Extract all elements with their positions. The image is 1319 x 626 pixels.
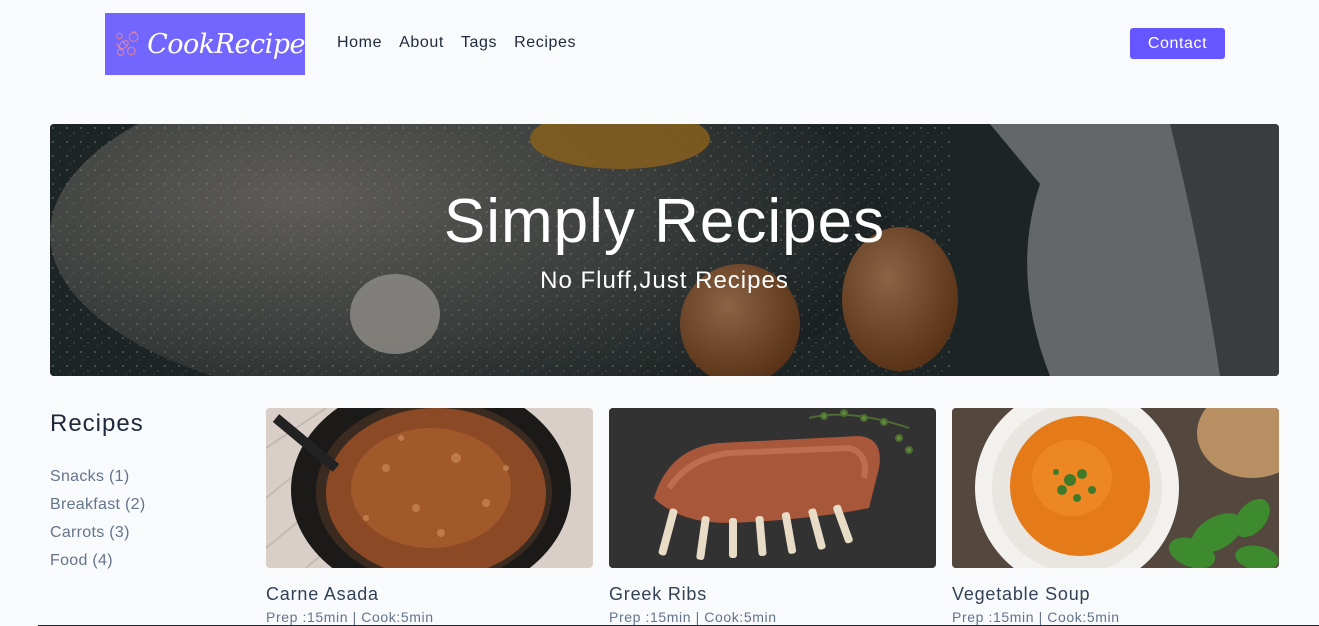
recipe-title[interactable]: Vegetable Soup — [952, 583, 1279, 605]
tag-link-carrots[interactable]: Carrots (3) — [50, 519, 240, 547]
recipe-title[interactable]: Greek Ribs — [609, 583, 936, 605]
navbar: CookRecipe Home About Tags Recipes Conta… — [0, 0, 1319, 88]
recipe-card[interactable]: Greek Ribs Prep :15min | Cook:5min — [609, 408, 936, 625]
logo-text: CookRecipe — [147, 28, 305, 60]
nav-link-about[interactable]: About — [399, 33, 444, 53]
hero-title: Simply Recipes — [443, 187, 886, 256]
recipe-title[interactable]: Carne Asada — [266, 583, 593, 605]
recipes-sidebar: Recipes Snacks (1) Breakfast (2) Carrots… — [50, 408, 240, 575]
tag-link-snacks[interactable]: Snacks (1) — [50, 463, 240, 491]
hero-banner: Simply Recipes No Fluff,Just Recipes — [50, 124, 1279, 376]
site-logo[interactable]: CookRecipe — [105, 13, 305, 75]
recipe-meta: Prep :15min | Cook:5min — [266, 609, 434, 625]
nav-link-recipes[interactable]: Recipes — [514, 33, 576, 53]
recipe-meta: Prep :15min | Cook:5min — [952, 609, 1120, 625]
main-nav: Home About Tags Recipes — [337, 33, 593, 53]
recipe-meta: Prep :15min | Cook:5min — [609, 609, 777, 625]
sidebar-title: Recipes — [50, 410, 144, 437]
recipe-card[interactable]: Vegetable Soup Prep :15min | Cook:5min — [952, 408, 1279, 625]
recipe-image-vegetable-soup[interactable] — [952, 408, 1279, 568]
hero-subtitle: No Fluff,Just Recipes — [540, 267, 789, 294]
nav-link-tags[interactable]: Tags — [461, 33, 497, 53]
vegetables-icon — [115, 31, 139, 56]
tag-list: Snacks (1) Breakfast (2) Carrots (3) Foo… — [50, 463, 240, 575]
recipe-image-greek-ribs[interactable] — [609, 408, 936, 568]
recipe-image-carne-asada[interactable] — [266, 408, 593, 568]
contact-button[interactable]: Contact — [1130, 28, 1225, 59]
tag-link-food[interactable]: Food (4) — [50, 547, 240, 575]
nav-link-home[interactable]: Home — [337, 33, 382, 53]
recipe-card[interactable]: Carne Asada Prep :15min | Cook:5min — [266, 408, 593, 625]
tag-link-breakfast[interactable]: Breakfast (2) — [50, 491, 240, 519]
